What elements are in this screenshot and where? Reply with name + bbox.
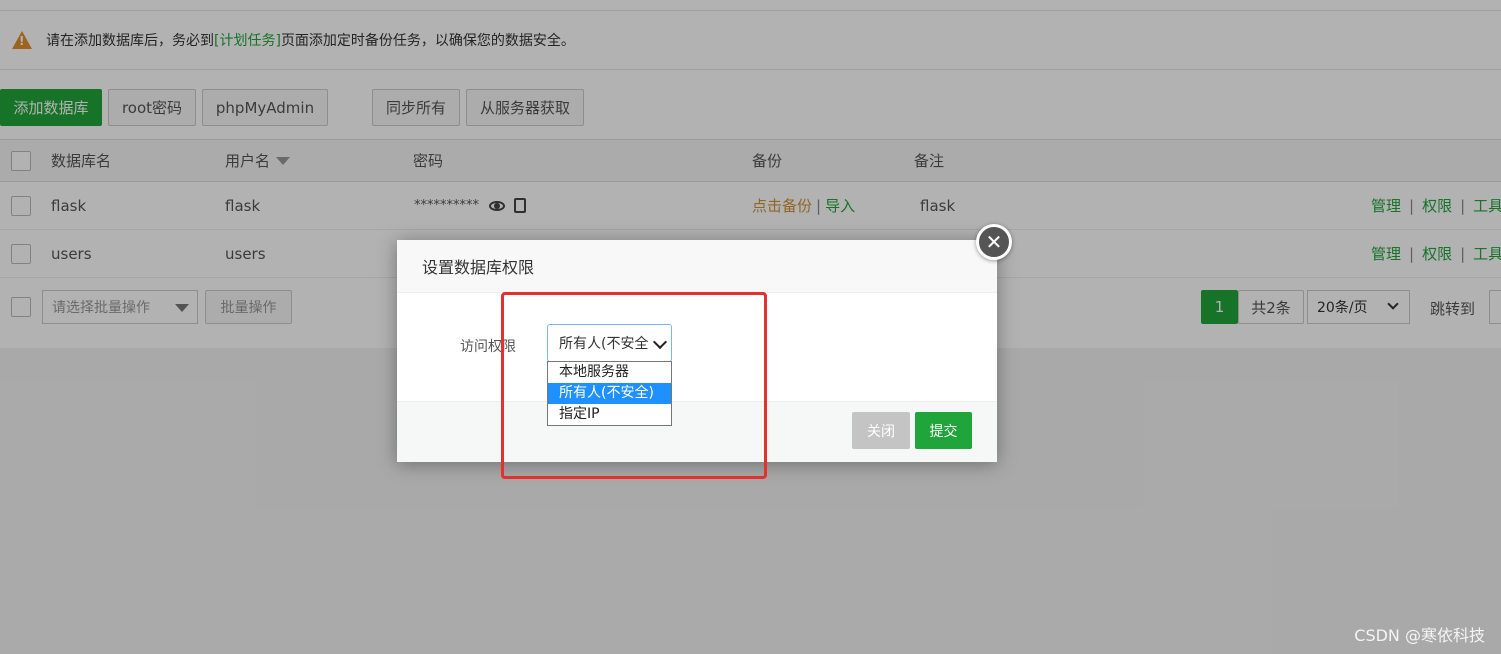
highlight-annotation-box: [501, 292, 767, 479]
watermark: CSDN @寒依科技: [1354, 626, 1485, 645]
close-button[interactable]: 关闭: [852, 412, 910, 449]
dialog-title: 设置数据库权限: [397, 240, 997, 293]
close-icon[interactable]: ✕: [976, 224, 1012, 260]
submit-button[interactable]: 提交: [915, 412, 972, 449]
